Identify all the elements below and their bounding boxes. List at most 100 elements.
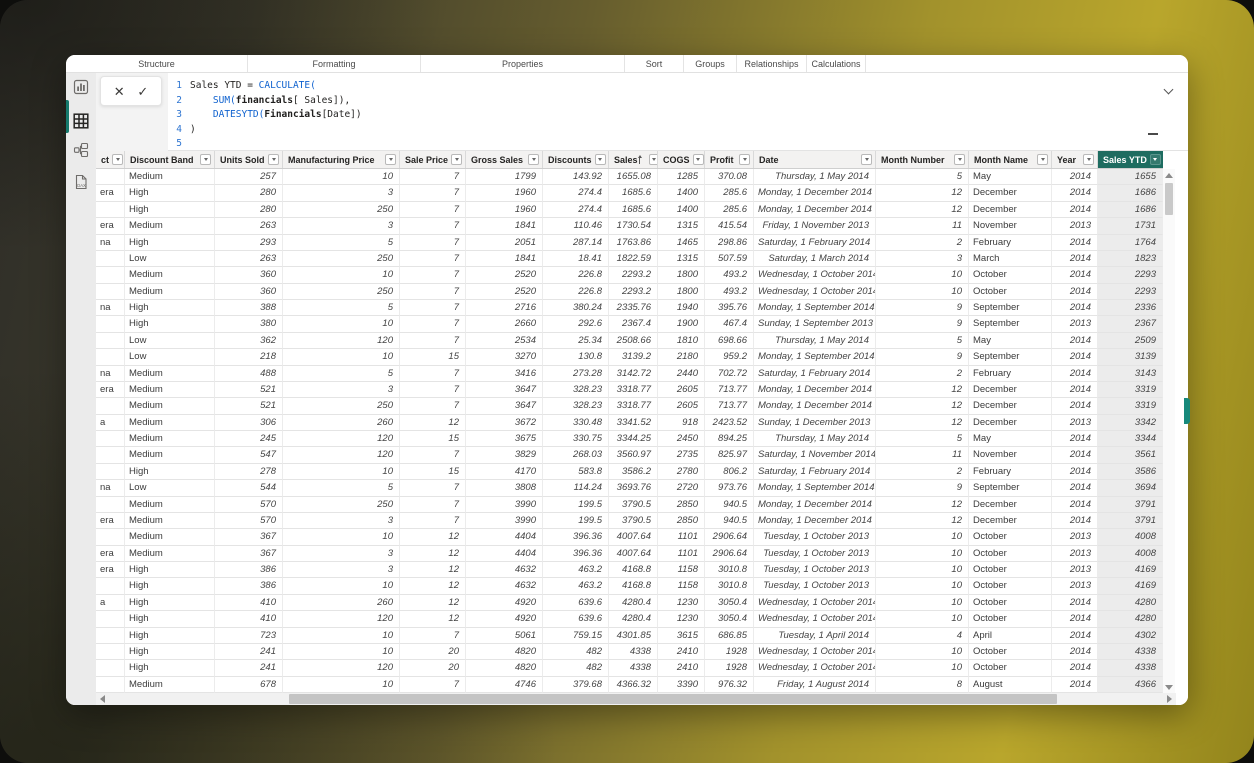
column-filter-dropdown[interactable]: [451, 154, 462, 165]
cell[interactable]: 639.6: [543, 611, 609, 627]
cell[interactable]: 274.4: [543, 202, 609, 218]
cell[interactable]: 386: [215, 578, 283, 594]
cell[interactable]: December: [969, 415, 1052, 431]
cell[interactable]: 1230: [658, 595, 705, 611]
cell[interactable]: 15: [400, 431, 466, 447]
cell[interactable]: 723: [215, 628, 283, 644]
cell[interactable]: 143.92: [543, 169, 609, 185]
cell[interactable]: 570: [215, 497, 283, 513]
cell[interactable]: October: [969, 595, 1052, 611]
column-filter-dropdown[interactable]: [385, 154, 396, 165]
cell[interactable]: 1799: [466, 169, 543, 185]
cell[interactable]: Medium: [125, 513, 215, 529]
cell[interactable]: 488: [215, 366, 283, 382]
cell[interactable]: 4338: [1098, 660, 1163, 676]
cell[interactable]: 10: [283, 529, 400, 545]
ribbon-group-calculations[interactable]: Calculations: [807, 55, 866, 72]
cell[interactable]: 285.6: [705, 202, 754, 218]
cell[interactable]: 1763.86: [609, 235, 658, 251]
cell[interactable]: a: [96, 595, 125, 611]
cell[interactable]: 2014: [1052, 300, 1098, 316]
cell[interactable]: 10: [876, 611, 969, 627]
horizontal-scrollbar[interactable]: [96, 693, 1176, 705]
cell[interactable]: 2850: [658, 497, 705, 513]
cell[interactable]: 10: [283, 644, 400, 660]
cell[interactable]: 130.8: [543, 349, 609, 365]
cell[interactable]: 226.8: [543, 267, 609, 283]
cell[interactable]: 713.77: [705, 398, 754, 414]
cell[interactable]: 3586: [1098, 464, 1163, 480]
cell[interactable]: 463.2: [543, 578, 609, 594]
cell[interactable]: 241: [215, 644, 283, 660]
cell[interactable]: Tuesday, 1 April 2014: [754, 628, 876, 644]
cell[interactable]: 521: [215, 382, 283, 398]
cell[interactable]: 9: [876, 300, 969, 316]
ribbon-group-structure[interactable]: Structure: [66, 55, 248, 72]
cell[interactable]: 2520: [466, 267, 543, 283]
cell[interactable]: 547: [215, 447, 283, 463]
ribbon-group-properties[interactable]: Properties: [421, 55, 625, 72]
cell[interactable]: 250: [283, 284, 400, 300]
cell[interactable]: September: [969, 316, 1052, 332]
cell[interactable]: 250: [283, 398, 400, 414]
cell[interactable]: 2850: [658, 513, 705, 529]
column-header-ct[interactable]: ct: [96, 151, 125, 168]
cell[interactable]: Friday, 1 November 2013: [754, 218, 876, 234]
cell[interactable]: 7: [400, 513, 466, 529]
cell[interactable]: 1841: [466, 218, 543, 234]
cell[interactable]: 570: [215, 513, 283, 529]
cell[interactable]: 3319: [1098, 398, 1163, 414]
cell[interactable]: 493.2: [705, 284, 754, 300]
cell[interactable]: [96, 464, 125, 480]
cell[interactable]: May: [969, 333, 1052, 349]
cell[interactable]: August: [969, 677, 1052, 693]
cell[interactable]: 7: [400, 202, 466, 218]
cell[interactable]: [96, 628, 125, 644]
cell[interactable]: 4404: [466, 546, 543, 562]
cell[interactable]: 1158: [658, 562, 705, 578]
cell[interactable]: 3647: [466, 382, 543, 398]
cell[interactable]: Monday, 1 December 2014: [754, 382, 876, 398]
cell[interactable]: Tuesday, 1 October 2013: [754, 529, 876, 545]
cell[interactable]: 4302: [1098, 628, 1163, 644]
cell[interactable]: 4920: [466, 611, 543, 627]
cell[interactable]: Medium: [125, 546, 215, 562]
cell[interactable]: [96, 169, 125, 185]
cell[interactable]: [96, 431, 125, 447]
cell[interactable]: High: [125, 611, 215, 627]
cell[interactable]: 583.8: [543, 464, 609, 480]
cell[interactable]: Medium: [125, 431, 215, 447]
cell[interactable]: Tuesday, 1 October 2013: [754, 578, 876, 594]
cell[interactable]: 4280.4: [609, 611, 658, 627]
cell[interactable]: 3390: [658, 677, 705, 693]
cell[interactable]: February: [969, 235, 1052, 251]
cell[interactable]: Monday, 1 December 2014: [754, 202, 876, 218]
cell[interactable]: 2014: [1052, 513, 1098, 529]
cell[interactable]: 4301.85: [609, 628, 658, 644]
cell[interactable]: Medium: [125, 366, 215, 382]
cell[interactable]: 713.77: [705, 382, 754, 398]
cell[interactable]: Medium: [125, 284, 215, 300]
cell[interactable]: 2014: [1052, 235, 1098, 251]
cell[interactable]: 10: [283, 578, 400, 594]
cell[interactable]: [96, 316, 125, 332]
cell[interactable]: 825.97: [705, 447, 754, 463]
cell[interactable]: 25.34: [543, 333, 609, 349]
dax-formula-editor[interactable]: 1Sales YTD = CALCULATE(2 SUM(financials[…: [172, 79, 362, 152]
cell[interactable]: 4007.64: [609, 546, 658, 562]
cell[interactable]: 10: [283, 349, 400, 365]
cell[interactable]: 1764: [1098, 235, 1163, 251]
cell[interactable]: 2293.2: [609, 267, 658, 283]
cell[interactable]: 2013: [1052, 316, 1098, 332]
cell[interactable]: 3560.97: [609, 447, 658, 463]
cell[interactable]: 2906.64: [705, 546, 754, 562]
column-header-sales[interactable]: Sales: [609, 151, 658, 168]
cell[interactable]: 1655.08: [609, 169, 658, 185]
cell[interactable]: 7: [400, 447, 466, 463]
cell[interactable]: 4632: [466, 562, 543, 578]
cell[interactable]: 2014: [1052, 464, 1098, 480]
code-text[interactable]: Sales YTD = CALCULATE(: [190, 79, 316, 94]
scroll-left-arrow-icon[interactable]: [99, 695, 107, 703]
cell[interactable]: era: [96, 382, 125, 398]
cell[interactable]: Medium: [125, 447, 215, 463]
